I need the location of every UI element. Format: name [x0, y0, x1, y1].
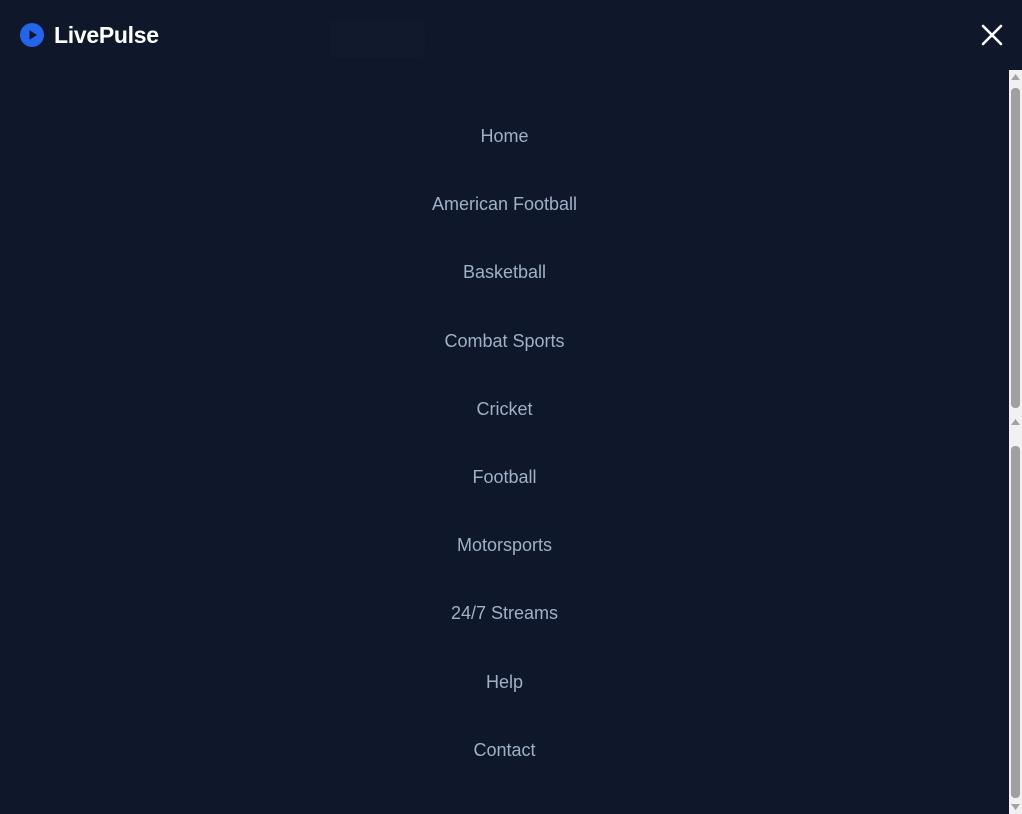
nav-item-football[interactable]: Football	[0, 443, 1009, 511]
nav-item-label: Basketball	[462, 262, 547, 283]
brand-name: LivePulse	[54, 22, 159, 48]
nav-item-label: Help	[485, 671, 524, 692]
nav-item-contact[interactable]: Contact	[0, 716, 1009, 784]
main-nav: Home American Football Basketball Combat…	[0, 102, 1009, 784]
scroll-thumb[interactable]	[1011, 88, 1020, 408]
nav-item-cricket[interactable]: Cricket	[0, 375, 1009, 443]
nav-item-home[interactable]: Home	[0, 102, 1009, 170]
nav-item-24-7-streams[interactable]: 24/7 Streams	[0, 579, 1009, 647]
brand-logo-link[interactable]: LivePulse	[20, 22, 159, 48]
play-circle-icon	[20, 23, 44, 47]
scroll-thumb[interactable]	[1011, 446, 1020, 798]
menu-header: LivePulse	[0, 0, 1022, 70]
nav-item-label: Home	[480, 126, 529, 146]
triangle-down-icon	[1011, 804, 1020, 810]
scroll-down-button[interactable]	[1009, 800, 1022, 814]
nav-item-combat-sports[interactable]: Combat Sports	[0, 307, 1009, 375]
scrollbar[interactable]	[1009, 70, 1022, 814]
close-icon	[981, 24, 1003, 46]
nav-item-label: American Football	[431, 194, 578, 215]
triangle-up-icon	[1011, 74, 1020, 80]
nav-item-label: 24/7 Streams	[450, 603, 559, 624]
scroll-up-button[interactable]	[1009, 415, 1022, 429]
nav-item-label: Contact	[473, 739, 536, 760]
close-menu-button[interactable]	[978, 21, 1006, 49]
nav-item-label: Cricket	[476, 398, 533, 419]
nav-item-motorsports[interactable]: Motorsports	[0, 511, 1009, 579]
scroll-up-button[interactable]	[1009, 70, 1022, 84]
nav-item-label: Combat Sports	[444, 330, 565, 351]
nav-item-label: Football	[472, 466, 537, 487]
nav-item-basketball[interactable]: Basketball	[0, 238, 1009, 306]
nav-item-american-football[interactable]: American Football	[0, 170, 1009, 238]
nav-item-help[interactable]: Help	[0, 648, 1009, 716]
nav-item-label: Motorsports	[456, 535, 553, 556]
triangle-up-icon	[1011, 419, 1020, 425]
mobile-menu-overlay: LivePulse Home American Football Basketb…	[0, 0, 1022, 814]
